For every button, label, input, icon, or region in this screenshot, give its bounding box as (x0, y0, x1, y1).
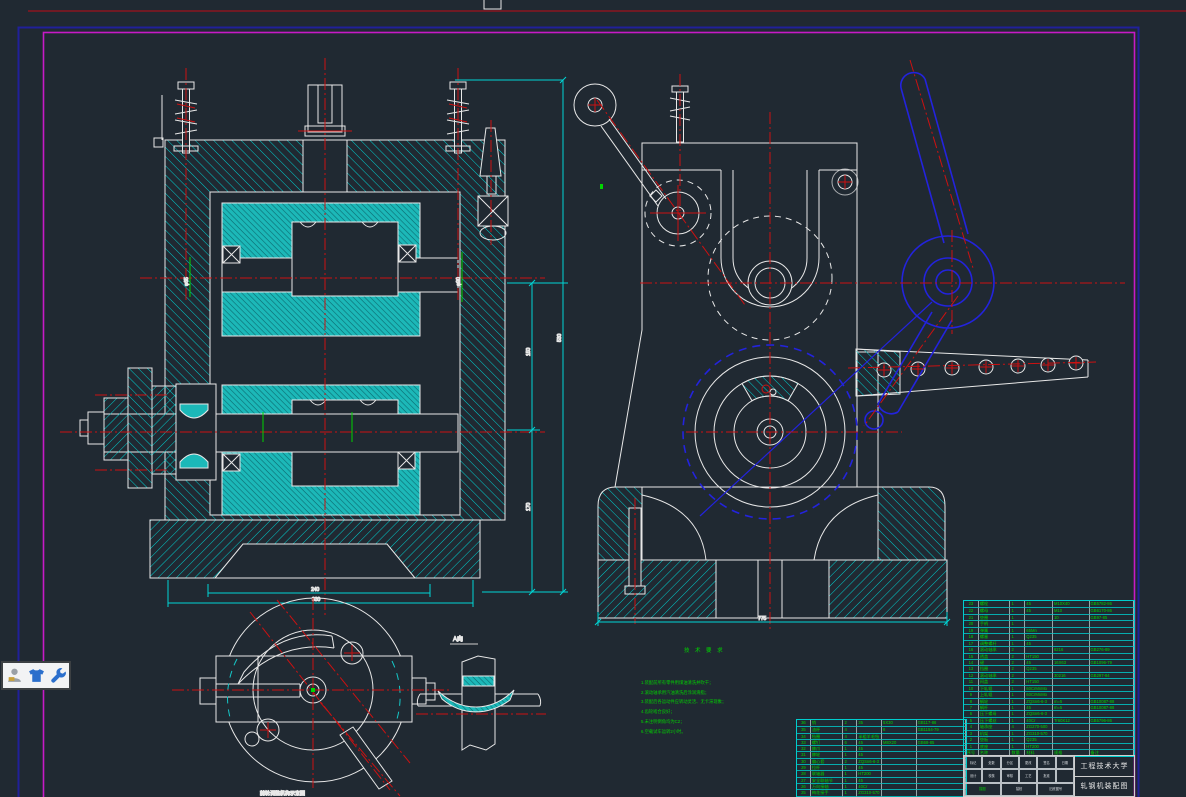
bom-table-secondary: 36销2355X30GB117-8635油杯46GB1154-7934毡圈4半粗… (796, 719, 967, 797)
blue-linkage (683, 73, 994, 519)
front-section-view: 240 330 150 170 530 φ90 φ65 (60, 58, 568, 615)
organization-name: 工程技术大学 (1075, 756, 1134, 777)
list-item: 更改 (1019, 756, 1037, 769)
list-item: 4.齿轮啮合良好； (641, 707, 726, 717)
dim-240: 240 (311, 587, 320, 593)
list-item: 5.未注明倒角均为C2； (641, 717, 726, 727)
dim-150: 150 (526, 347, 532, 356)
dim-shaft-dia: φ65 (184, 277, 190, 286)
section-label: A向 (453, 635, 463, 643)
dim-775: 775 (758, 616, 767, 622)
technical-notes: 1.装配前所有零件用煤油清洗并吹干；2.滚动轴承用汽油清洗后涂润滑脂；3.装配后… (641, 678, 726, 736)
list-item: 3.装配后各运动件应转动灵活、无卡滞现象； (641, 697, 726, 707)
top-clip-mark (484, 0, 501, 9)
list-item: 批准 (1037, 769, 1055, 782)
list-item: 旧底图号 (1037, 783, 1074, 796)
notes-title: 技 术 要 求 (684, 646, 725, 654)
list-item: 工艺 (1019, 769, 1037, 782)
list-item: 日期 (1056, 756, 1074, 769)
list-item: 1.装配前所有零件用煤油清洗并吹干； (641, 678, 726, 688)
cad-viewport: 240 330 150 170 530 φ90 φ65 (0, 0, 1186, 797)
list-item: 校核 (982, 769, 1000, 782)
side-view: 775 (574, 60, 1125, 632)
bom-table-main: 23螺栓145M10X40GB5782-8622螺母145M10GB6170-8… (963, 600, 1135, 757)
list-item: 6.空载试车运转2小时。 (641, 727, 726, 737)
title-block-grid: 标记处数分区更改签名日期 设计校核审核工艺批准 描图描校旧底图号 (964, 756, 1074, 796)
list-item: 标记 (964, 756, 982, 769)
list-item: 2.滚动轴承用汽油清洗后涂润滑脂； (641, 688, 726, 698)
dim-530: 530 (557, 333, 563, 342)
list-item: 处数 (982, 756, 1000, 769)
detail-view-ratchet: 棘轮调整机构示意图 (172, 598, 452, 797)
floating-toolbar (1, 661, 71, 690)
dim-170: 170 (526, 502, 532, 511)
title-block: 标记处数分区更改签名日期 设计校核审核工艺批准 描图描校旧底图号 工程技术大学 … (963, 755, 1135, 797)
drawing-title: 轧钢机装配图 (1075, 777, 1134, 797)
wrench-icon[interactable] (50, 667, 67, 684)
list-item: 审核 (1001, 769, 1019, 782)
list-item: 分区 (1001, 756, 1019, 769)
list-item: 签名 (1037, 756, 1055, 769)
dim-roll-dia: φ90 (456, 277, 462, 286)
list-item: 描图 (964, 783, 1001, 796)
reader-icon[interactable] (6, 667, 23, 684)
list-item: 设计 (964, 769, 982, 782)
tshirt-icon[interactable] (28, 667, 45, 684)
detail-label: 棘轮调整机构示意图 (260, 790, 305, 797)
list-item: 描校 (1001, 783, 1038, 796)
list-item (1056, 769, 1074, 782)
